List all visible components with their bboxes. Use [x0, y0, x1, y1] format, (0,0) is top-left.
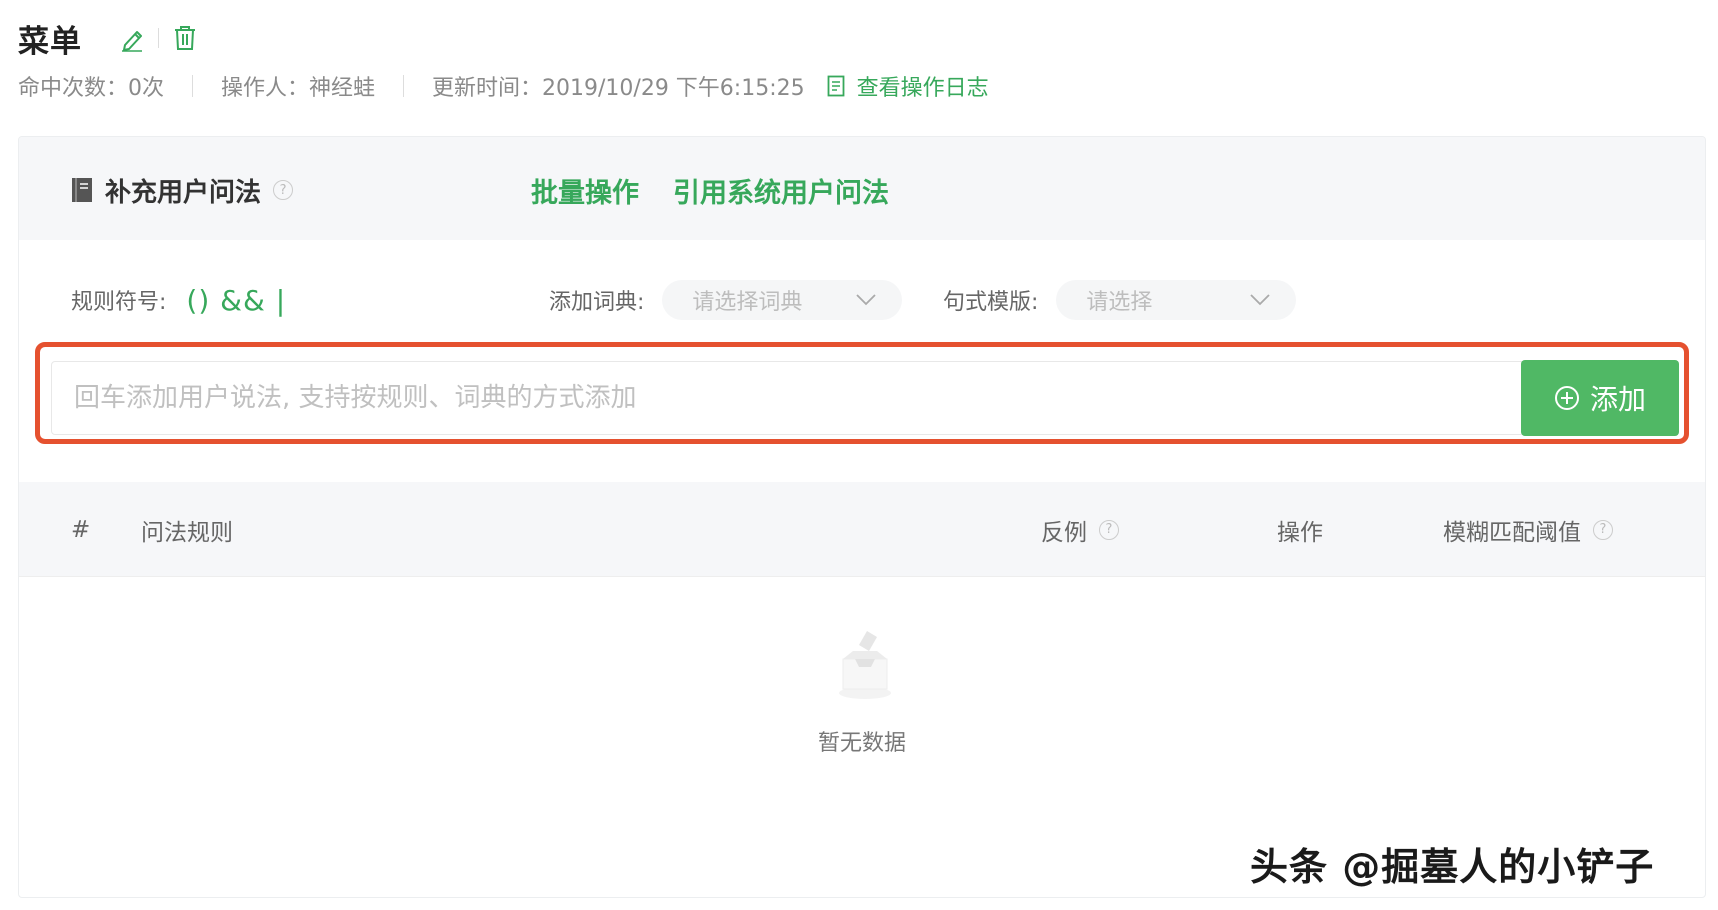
- user-query-card: 补充用户问法 ? 批量操作 引用系统用户问法 规则符号: () && | 添加词…: [18, 136, 1706, 898]
- column-header-index: #: [71, 482, 90, 577]
- reference-system-query-link[interactable]: 引用系统用户问法: [673, 171, 889, 210]
- trash-icon[interactable]: [171, 23, 199, 53]
- rule-symbols-label: 规则符号:: [71, 290, 167, 315]
- chevron-down-icon: [856, 294, 877, 306]
- view-log-label: 查看操作日志: [856, 76, 989, 101]
- add-button-label: 添加: [1589, 383, 1646, 416]
- hit-count: 命中次数：0次: [18, 76, 164, 101]
- query-input-wrapper: [51, 361, 1525, 435]
- card-header: 补充用户问法 ? 批量操作 引用系统用户问法: [19, 137, 1705, 240]
- operator: 操作人：神经蛙: [221, 76, 376, 101]
- plus-circle-icon: [1554, 386, 1579, 410]
- column-header-label: 问法规则: [141, 519, 233, 546]
- header-actions: 批量操作 引用系统用户问法: [531, 170, 923, 210]
- meta-divider: [192, 75, 193, 97]
- empty-box-icon: [839, 631, 891, 699]
- column-header-label: #: [71, 516, 91, 543]
- column-header-rule: 问法规则: [141, 482, 233, 577]
- page-title: 菜单: [18, 23, 82, 60]
- book-icon: [72, 178, 92, 202]
- chevron-down-icon: [1250, 294, 1271, 306]
- batch-operation-link[interactable]: 批量操作: [531, 171, 639, 210]
- dictionary-select-value: 请选择词典: [692, 290, 803, 315]
- pencil-icon[interactable]: [118, 23, 146, 53]
- template-group: 句式模版: 请选择: [943, 278, 1297, 322]
- update-time: 更新时间：2019/10/29 下午6:15:25: [432, 76, 805, 101]
- watermark: 头条 @掘墓人的小铲子: [1250, 845, 1655, 889]
- view-log-link[interactable]: 查看操作日志: [827, 70, 989, 102]
- help-icon[interactable]: ?: [273, 180, 294, 200]
- card-title: 补充用户问法 ?: [71, 170, 294, 210]
- log-document-icon: [827, 75, 845, 97]
- card-title-text: 补充用户问法: [105, 177, 262, 208]
- column-header-counterexample: 反例 ?: [1041, 482, 1119, 577]
- empty-text: 暂无数据: [817, 731, 906, 756]
- column-header-label: 反例: [1041, 519, 1087, 546]
- rule-symbols[interactable]: () && |: [186, 284, 286, 317]
- dictionary-label: 添加词典:: [549, 290, 645, 315]
- title-actions: [118, 23, 199, 53]
- dictionary-select[interactable]: 请选择词典: [662, 280, 903, 320]
- template-select[interactable]: 请选择: [1056, 280, 1297, 320]
- help-icon[interactable]: ?: [1099, 519, 1119, 540]
- column-header-operation: 操作: [1277, 482, 1323, 577]
- template-select-value: 请选择: [1086, 290, 1153, 315]
- meta-row: 命中次数：0次 操作人：神经蛙 更新时间：2019/10/29 下午6:15:2…: [18, 68, 989, 104]
- table-header: # 问法规则 反例 ? 操作 模糊匹配阈值 ?: [19, 482, 1705, 577]
- column-header-label: 模糊匹配阈值: [1443, 519, 1581, 546]
- template-label: 句式模版:: [943, 290, 1039, 315]
- column-header-label: 操作: [1277, 519, 1323, 546]
- icon-divider: [158, 28, 159, 48]
- query-input[interactable]: [52, 362, 1524, 434]
- column-header-fuzzy-threshold: 模糊匹配阈值 ?: [1443, 482, 1613, 577]
- title-row: 菜单: [18, 18, 199, 60]
- dictionary-group: 添加词典: 请选择词典: [549, 278, 903, 322]
- add-button[interactable]: 添加: [1521, 360, 1679, 436]
- meta-divider: [403, 75, 405, 97]
- rule-toolbar: 规则符号: () && | 添加词典: 请选择词典 句式模版: 请选择: [71, 278, 1671, 322]
- help-icon[interactable]: ?: [1593, 519, 1613, 540]
